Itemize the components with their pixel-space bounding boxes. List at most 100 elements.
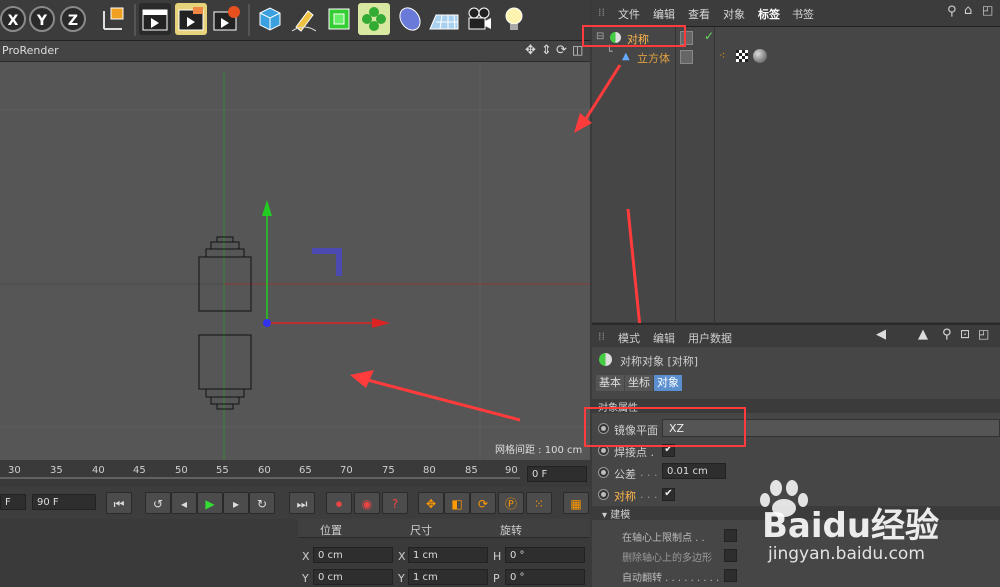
auto-flip-label: 自动翻转 . . . . . . . . . bbox=[622, 573, 720, 584]
end-frame-field[interactable]: 90 F bbox=[32, 494, 96, 510]
symmetry-object-icon bbox=[599, 353, 612, 366]
mirrored-cylinder-top[interactable] bbox=[198, 236, 252, 312]
key-parameter-button[interactable]: Ⓟ bbox=[498, 492, 524, 514]
size-header: 尺寸 bbox=[410, 524, 432, 537]
mirrored-cylinder-bottom[interactable] bbox=[198, 334, 252, 410]
pos-x-field[interactable]: 0 cm bbox=[313, 547, 393, 563]
y-axis-lock-button[interactable]: Y bbox=[29, 6, 55, 32]
symmetry-checkbox[interactable]: ✔ bbox=[662, 488, 675, 501]
current-frame-field[interactable]: 0 F bbox=[527, 466, 587, 482]
pen-icon[interactable] bbox=[288, 3, 320, 35]
render-settings-icon[interactable] bbox=[210, 3, 242, 35]
up-arrow-icon[interactable]: ▲ bbox=[918, 327, 928, 342]
key-point-level-button[interactable]: ⁙ bbox=[526, 492, 552, 514]
key-position-button[interactable]: ✥ bbox=[418, 492, 444, 514]
keyframe-selection-button[interactable]: ? bbox=[382, 492, 408, 514]
key-rotation-button[interactable]: ⟳ bbox=[470, 492, 496, 514]
symmetry-label: 对称 bbox=[614, 490, 636, 503]
gizmo-z-axis[interactable] bbox=[263, 319, 271, 327]
pos-y-field[interactable]: 0 cm bbox=[313, 569, 393, 585]
tick-label: 35 bbox=[50, 465, 63, 476]
tolerance-field[interactable]: 0.01 cm bbox=[662, 463, 726, 479]
lock-icon[interactable]: ⊡ bbox=[960, 327, 970, 341]
previous-key-button[interactable]: ↺ bbox=[145, 492, 171, 514]
grip-icon: ⁞⁞ bbox=[598, 330, 605, 343]
key-scale-button[interactable]: ◧ bbox=[444, 492, 470, 514]
tick-label: 80 bbox=[423, 465, 436, 476]
pos-y-label: Y bbox=[302, 572, 309, 585]
next-frame-button[interactable]: ▸ bbox=[223, 492, 249, 514]
tolerance-animate-toggle[interactable] bbox=[598, 467, 609, 478]
menu-edit[interactable]: 编辑 bbox=[653, 6, 675, 22]
array-icon[interactable] bbox=[358, 3, 390, 35]
new-window-icon[interactable]: ◰ bbox=[982, 3, 993, 17]
toolbar-divider bbox=[134, 4, 136, 36]
object-list: ⊟ 对称 ✓ └ ▲ 立方体 ⁖ bbox=[574, 25, 1000, 385]
move-view-icon[interactable]: ✥ bbox=[525, 43, 536, 58]
menu-view[interactable]: 查看 bbox=[688, 6, 710, 22]
tick-label: 85 bbox=[465, 465, 478, 476]
editor-visibility-icon[interactable] bbox=[680, 50, 693, 64]
tab-basic[interactable]: 基本 bbox=[596, 375, 624, 391]
new-window-icon[interactable]: ◰ bbox=[978, 327, 989, 341]
autokey-button[interactable]: ◉ bbox=[354, 492, 380, 514]
rotate-view-icon[interactable]: ⟳ bbox=[556, 43, 567, 58]
start-frame-field[interactable]: F bbox=[0, 494, 26, 510]
rot-h-field[interactable]: 0 ° bbox=[505, 547, 585, 563]
play-button[interactable]: ▶ bbox=[197, 492, 223, 514]
render-view-icon[interactable] bbox=[139, 3, 171, 35]
object-row-cube[interactable]: └ ▲ 立方体 ⁖ bbox=[592, 45, 1000, 66]
limit-points-checkbox[interactable] bbox=[724, 529, 737, 542]
cube-icon[interactable] bbox=[254, 3, 286, 35]
menu-edit[interactable]: 编辑 bbox=[653, 330, 675, 346]
3d-viewport[interactable]: 网格间距 : 100 cm bbox=[0, 62, 590, 460]
x-axis-lock-button[interactable]: X bbox=[0, 6, 26, 32]
subdivision-icon[interactable] bbox=[323, 3, 355, 35]
size-y-field[interactable]: 1 cm bbox=[408, 569, 488, 585]
enabled-check-icon[interactable]: ✓ bbox=[704, 29, 714, 43]
size-x-field[interactable]: 1 cm bbox=[408, 547, 488, 563]
render-picture-viewer-icon[interactable] bbox=[175, 3, 207, 35]
tab-coordinates[interactable]: 坐标 bbox=[625, 375, 653, 391]
tick-label: 90 bbox=[505, 465, 518, 476]
tick-label: 75 bbox=[382, 465, 395, 476]
phong-tag-icon[interactable]: ⁖ bbox=[719, 49, 725, 62]
zoom-view-icon[interactable]: ⇕ bbox=[541, 43, 552, 58]
z-axis-lock-button[interactable]: Z bbox=[60, 6, 86, 32]
material-tag-icon[interactable] bbox=[753, 49, 767, 63]
light-icon[interactable] bbox=[498, 3, 530, 35]
previous-frame-button[interactable]: ◂ bbox=[171, 492, 197, 514]
modeling-section-title: ▾ 建模 bbox=[602, 510, 631, 521]
uvw-tag-icon[interactable] bbox=[736, 50, 748, 62]
camera-icon[interactable] bbox=[463, 3, 495, 35]
menu-mode[interactable]: 模式 bbox=[618, 330, 640, 346]
delete-polygons-checkbox[interactable] bbox=[724, 549, 737, 562]
tab-object[interactable]: 对象 bbox=[654, 375, 682, 391]
coordinate-manager: 位置 尺寸 旋转 X 0 cm X 1 cm H 0 ° Y 0 cm Y 1 … bbox=[0, 519, 590, 587]
menu-object[interactable]: 对象 bbox=[723, 6, 745, 22]
menu-tags[interactable]: 标签 bbox=[758, 6, 780, 22]
menu-user-data[interactable]: 用户数据 bbox=[688, 330, 732, 346]
watermark-url: jingyan.baidu.com bbox=[768, 544, 925, 564]
record-keys-button[interactable]: ⏺ bbox=[326, 492, 352, 514]
home-icon[interactable]: ⌂ bbox=[964, 3, 972, 18]
auto-flip-checkbox[interactable] bbox=[724, 569, 737, 582]
deformer-icon[interactable] bbox=[394, 3, 426, 35]
timeline-ruler[interactable]: 30 35 40 45 50 55 60 65 70 75 80 85 90 0… bbox=[0, 460, 590, 486]
floor-icon[interactable] bbox=[428, 3, 460, 35]
gizmo-plane-handle[interactable] bbox=[312, 248, 342, 276]
highlight-box-object bbox=[582, 25, 686, 47]
symmetry-animate-toggle[interactable] bbox=[598, 489, 609, 500]
menu-file[interactable]: 文件 bbox=[618, 6, 640, 22]
coordinate-system-icon[interactable] bbox=[98, 3, 130, 35]
rot-p-field[interactable]: 0 ° bbox=[505, 569, 585, 585]
next-key-button[interactable]: ↻ bbox=[249, 492, 275, 514]
search-icon[interactable]: ⚲ bbox=[942, 327, 952, 342]
search-icon[interactable]: ⚲ bbox=[947, 4, 957, 19]
go-to-end-button[interactable]: ⏭ bbox=[289, 492, 315, 514]
back-arrow-icon[interactable]: ◀ bbox=[876, 327, 886, 342]
baidu-watermark: Baidu经验 jingyan.baidu.com bbox=[748, 478, 1000, 578]
go-to-start-button[interactable]: ⏮ bbox=[106, 492, 132, 514]
menu-bookmarks[interactable]: 书签 bbox=[792, 6, 814, 22]
timeline-window-button[interactable]: ▦ bbox=[563, 492, 589, 514]
